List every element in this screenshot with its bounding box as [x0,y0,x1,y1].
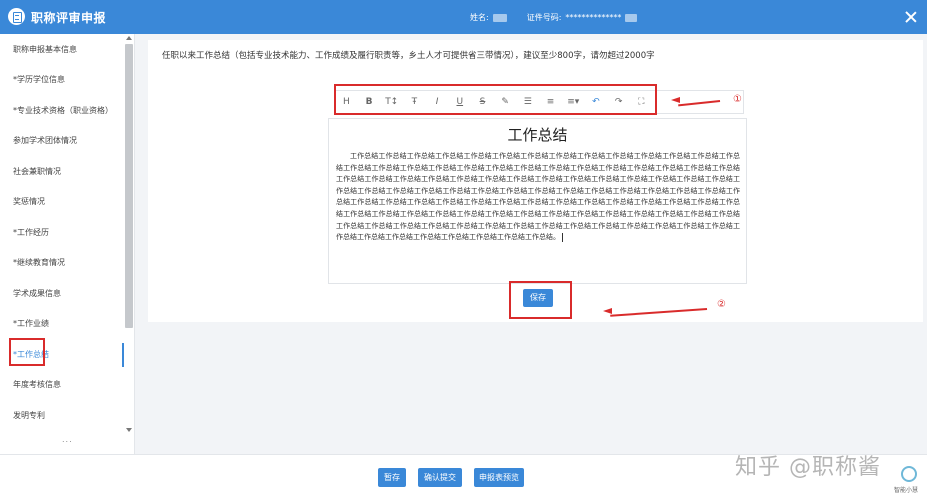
close-button[interactable] [904,10,918,24]
id-value: ************** [565,13,622,22]
draft-button[interactable]: 暂存 [378,468,406,487]
sidebar-item-part-time[interactable]: 社会兼职情况 [0,156,124,186]
sidebar-scrollbar[interactable] [125,36,133,434]
work-summary-panel: 任职以来工作总结（包括专业技术能力、工作成绩及履行职责等，乡土人才可提供省三带情… [148,40,923,322]
scroll-down-arrow-icon[interactable] [126,428,132,432]
sidebar-item-basic-info[interactable]: 职称申报基本信息 [0,34,124,64]
assistant-widget[interactable]: 智能小慧 [894,466,924,496]
id-label: 证件号码: [526,13,562,22]
sidebar: 职称申报基本信息 *学历学位信息 *专业技术资格（职业资格） 参加学术团体情况 … [0,34,135,454]
sidebar-more: ... [62,435,73,444]
annotation-box-sidebar [9,338,45,366]
assistant-icon[interactable] [901,466,917,482]
sidebar-item-patents[interactable]: 发明专利 [0,400,124,430]
watermark: 知乎 @职称酱 [735,455,881,480]
annotation-arrow-2 [610,308,708,317]
sidebar-item-awards[interactable]: 奖惩情况 [0,187,124,217]
sidebar-item-work-performance[interactable]: *工作业绩 [0,309,124,339]
sidebar-item-academic-groups[interactable]: 参加学术团体情况 [0,126,124,156]
id-redacted [625,13,638,22]
name-redacted [492,13,507,22]
sidebar-item-education[interactable]: *学历学位信息 [0,65,124,95]
scroll-up-arrow-icon[interactable] [126,36,132,40]
document-body-text: 工作总结工作总结工作总结工作总结工作总结工作总结工作总结工作总结工作总结工作总结… [336,152,740,242]
sidebar-item-academic-results[interactable]: 学术成果信息 [0,278,124,308]
instruction-text: 任职以来工作总结（包括专业技术能力、工作成绩及履行职责等，乡土人才可提供省三带情… [162,51,655,61]
text-cursor [562,232,563,242]
name-label: 姓名: [470,13,489,22]
annotation-marker-2: ② [717,299,726,310]
app-title: 职称评审申报 [31,11,107,25]
annotation-arrow-2-head [603,308,612,314]
scrollbar-thumb[interactable] [125,44,133,328]
assistant-label: 智能小慧 [894,487,919,494]
submit-button[interactable]: 确认提交 [418,468,462,487]
rich-text-editor[interactable]: 工作总结 工作总结工作总结工作总结工作总结工作总结工作总结工作总结工作总结工作总… [328,118,747,284]
annotation-marker-1: ① [733,94,742,105]
annotation-arrow-1-head [671,97,680,103]
app-logo-icon [8,8,25,25]
annotation-box-save [509,281,572,319]
sidebar-item-work-history[interactable]: *工作经历 [0,217,124,247]
preview-button[interactable]: 申报表预览 [474,468,524,487]
sidebar-item-qualification[interactable]: *专业技术资格（职业资格） [0,95,124,125]
sidebar-item-annual-review[interactable]: 年度考核信息 [0,370,124,400]
active-indicator [122,343,124,367]
document-body[interactable]: 工作总结工作总结工作总结工作总结工作总结工作总结工作总结工作总结工作总结工作总结… [336,151,740,244]
user-info: 姓名: 证件号码: ************** [470,12,638,23]
title-bar: 职称评审申报 姓名: 证件号码: ************** [0,0,927,34]
annotation-box-toolbar [334,84,657,115]
sidebar-item-continuing-education[interactable]: *继续教育情况 [0,248,124,278]
document-title: 工作总结 [507,126,568,144]
